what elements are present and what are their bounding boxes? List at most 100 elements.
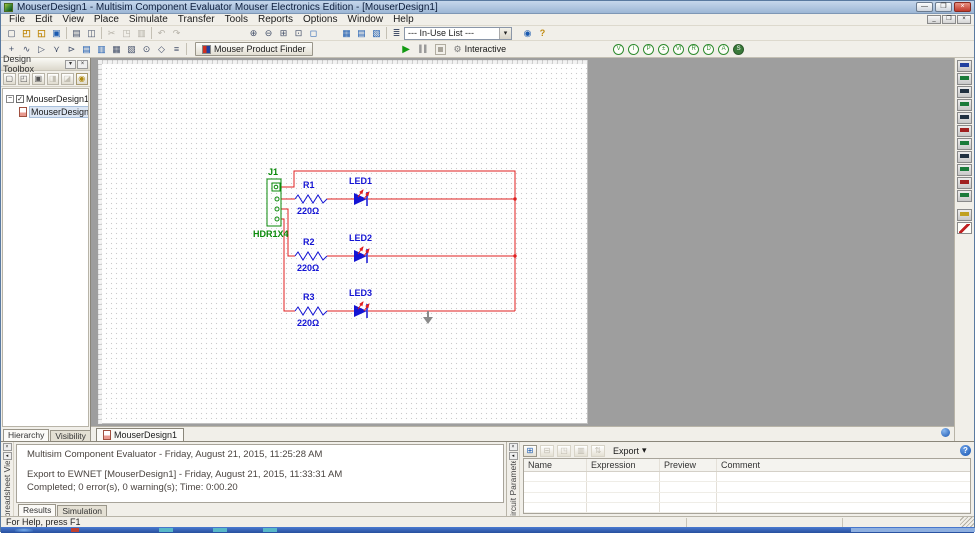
menu-reports[interactable]: Reports [253,14,298,26]
column-comment[interactable]: Comment [717,459,970,471]
globe-icon[interactable] [941,428,950,437]
probe-all-icon[interactable]: A [718,44,729,55]
taskbar-tray[interactable] [851,528,975,532]
chevron-down-icon[interactable]: ▾ [499,28,511,39]
taskbar-item[interactable] [159,528,173,532]
ladder-diagram-icon[interactable]: ≣ [389,27,404,40]
power-probe-icon[interactable]: P [643,44,654,55]
menu-options[interactable]: Options [298,14,342,26]
in-use-list-dropdown[interactable]: --- In-Use List --- ▾ [404,27,512,40]
tab-simulation[interactable]: Simulation [57,505,107,516]
iv-analyzer-icon[interactable] [957,190,972,202]
panel-pin-icon[interactable]: ◂ [3,452,12,460]
menu-help[interactable]: Help [388,14,419,26]
copy-parameter-icon[interactable]: ◳ [557,445,571,457]
panel-pin-icon[interactable]: ◂ [509,452,518,460]
fullscreen-icon[interactable]: ◻ [306,27,321,40]
place-misc-icon[interactable]: ◇ [154,43,169,56]
mdi-restore-button[interactable]: ❐ [942,15,956,24]
voltage-probe-icon[interactable]: V [613,44,624,55]
collapse-icon[interactable]: − [6,95,14,103]
wattmeter-icon[interactable] [957,86,972,98]
open-icon[interactable]: ◰ [19,27,34,40]
table-row[interactable] [524,472,970,482]
place-ttl-icon[interactable]: ▤ [79,43,94,56]
save-icon[interactable]: ▣ [49,27,64,40]
tree-root-row[interactable]: − ✓ MouserDesign1 [3,92,88,105]
led-led2[interactable]: LED2 [349,233,372,263]
minimize-button[interactable]: — [916,2,933,12]
mdi-minimize-button[interactable]: _ [927,15,941,24]
place-analog-icon[interactable]: ⊳ [64,43,79,56]
zoom-area-icon[interactable]: ⊞ [276,27,291,40]
schematic-canvas[interactable]: J1 HDR1X4 R1 220Ω LED1 [91,58,954,426]
open-sample-icon[interactable]: ◱ [34,27,49,40]
design-toolbox-toggle-icon[interactable]: ▦ [339,27,354,40]
led-led1[interactable]: LED1 [349,176,372,206]
spreadsheet-view-toggle-icon[interactable]: ▤ [354,27,369,40]
frequency-counter-icon[interactable] [957,138,972,150]
help-icon[interactable]: ? [960,445,971,456]
circuit-parameters-vertical-tab[interactable]: Circuit Parameter [508,461,518,516]
menu-window[interactable]: Window [343,14,389,26]
oscilloscope-icon[interactable] [957,99,972,111]
sort-parameters-icon[interactable]: ⇅ [591,445,605,457]
place-misc-digital-icon[interactable]: ▦ [109,43,124,56]
run-simulation-icon[interactable]: ▶ [399,43,414,56]
zoom-in-icon[interactable]: ⊕ [246,27,261,40]
menu-file[interactable]: File [4,14,30,26]
pause-simulation-icon[interactable]: ▌▌ [417,43,432,56]
bode-plotter-icon[interactable] [957,125,972,137]
delete-parameter-icon[interactable]: ⊟ [540,445,554,457]
column-expression[interactable]: Expression [587,459,660,471]
windows-taskbar[interactable] [1,527,974,533]
paste-parameter-icon[interactable]: ▥ [574,445,588,457]
mdi-close-button[interactable]: × [957,15,971,24]
table-row[interactable] [524,493,970,503]
panel-close-icon[interactable]: × [77,60,88,69]
menu-transfer[interactable]: Transfer [173,14,220,26]
redo-icon[interactable]: ↷ [169,27,184,40]
resistor-r1[interactable]: R1 220Ω [295,180,327,216]
add-parameter-icon[interactable]: ⊞ [523,445,537,457]
tab-results[interactable]: Results [18,504,56,516]
connector-j1[interactable]: J1 HDR1X4 [253,167,289,239]
logic-analyzer-icon[interactable] [957,177,972,189]
sheet-tab-mouserdesign1[interactable]: MouserDesign1 [96,428,184,441]
open-design-icon[interactable]: ◰ [18,73,31,85]
copy-icon[interactable]: ◳ [119,27,134,40]
table-row[interactable] [524,503,970,513]
panel-close-icon[interactable]: × [509,443,518,451]
table-row[interactable] [524,482,970,492]
current-probe-icon[interactable]: I [628,44,639,55]
labview-instrument-icon[interactable] [957,209,972,221]
zoom-out-icon[interactable]: ⊖ [261,27,276,40]
digital-probe-icon[interactable]: D [703,44,714,55]
tree-sheet-label[interactable]: MouserDesign1 [29,106,89,118]
undo-icon[interactable]: ↶ [154,27,169,40]
design-checkbox[interactable]: ✓ [16,95,24,103]
cut-icon[interactable]: ✂ [104,27,119,40]
multimeter-icon[interactable] [957,60,972,72]
menu-place[interactable]: Place [89,14,124,26]
taskbar-item[interactable] [263,528,277,532]
spreadsheet-view-vertical-tab[interactable]: Spreadsheet View [2,461,12,516]
probe-settings-icon[interactable]: S [733,44,744,55]
zoom-fit-icon[interactable]: ⊡ [291,27,306,40]
save-design-icon[interactable]: ▣ [32,73,45,85]
differential-voltage-probe-icon[interactable]: ± [658,44,669,55]
export-button[interactable]: Export ▾ [608,444,652,457]
panel-pin-icon[interactable]: ▾ [65,60,76,69]
led-led3[interactable]: LED3 [349,288,372,318]
stop-simulation-icon[interactable] [435,44,446,55]
tree-sheet-row[interactable]: MouserDesign1 [3,105,88,118]
place-mixed-icon[interactable]: ▧ [124,43,139,56]
menu-tools[interactable]: Tools [220,14,253,26]
place-connector-icon[interactable]: ≡ [169,43,184,56]
new-icon[interactable]: ▢ [4,27,19,40]
tab-hierarchy[interactable]: Hierarchy [3,429,49,441]
panel-close-icon[interactable]: × [3,443,12,451]
resistor-r2[interactable]: R2 220Ω [295,237,327,273]
taskbar-item[interactable] [71,528,79,532]
new-design-icon[interactable]: ▢ [3,73,16,85]
